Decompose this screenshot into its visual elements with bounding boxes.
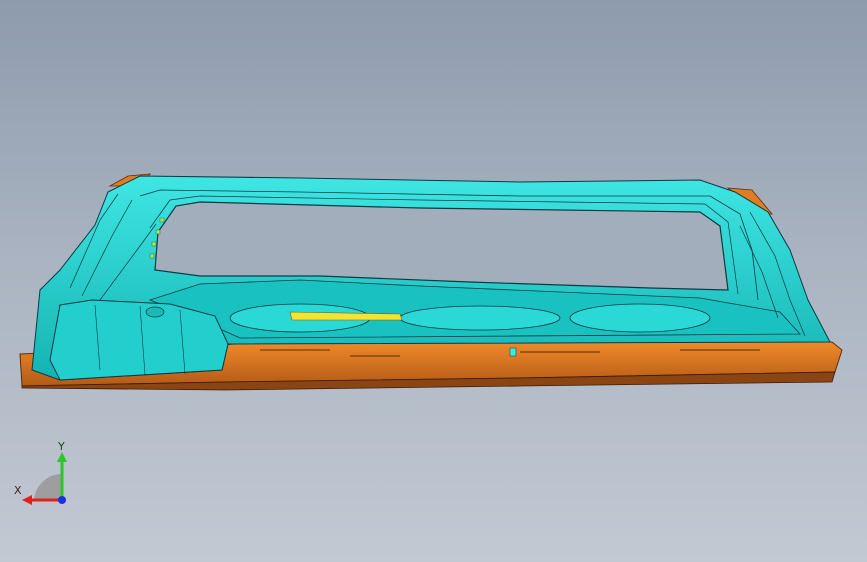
coordinate-triad: Y X bbox=[12, 438, 82, 508]
triad-base-icon bbox=[34, 473, 62, 500]
x-arrow-icon bbox=[22, 495, 32, 505]
z-axis-icon bbox=[58, 496, 66, 504]
triad-y-label: Y bbox=[58, 440, 65, 453]
rail-clip bbox=[509, 347, 517, 357]
pocket-mid bbox=[399, 305, 561, 331]
triad-graphic bbox=[22, 452, 67, 505]
pocket-right bbox=[569, 303, 711, 333]
cad-viewport[interactable] bbox=[0, 0, 867, 562]
bolt-hole bbox=[145, 306, 165, 318]
triad-x-label: X bbox=[14, 484, 22, 497]
door-panel-model[interactable] bbox=[19, 173, 843, 391]
front-bulge bbox=[49, 299, 229, 381]
y-arrow-icon bbox=[57, 452, 67, 462]
